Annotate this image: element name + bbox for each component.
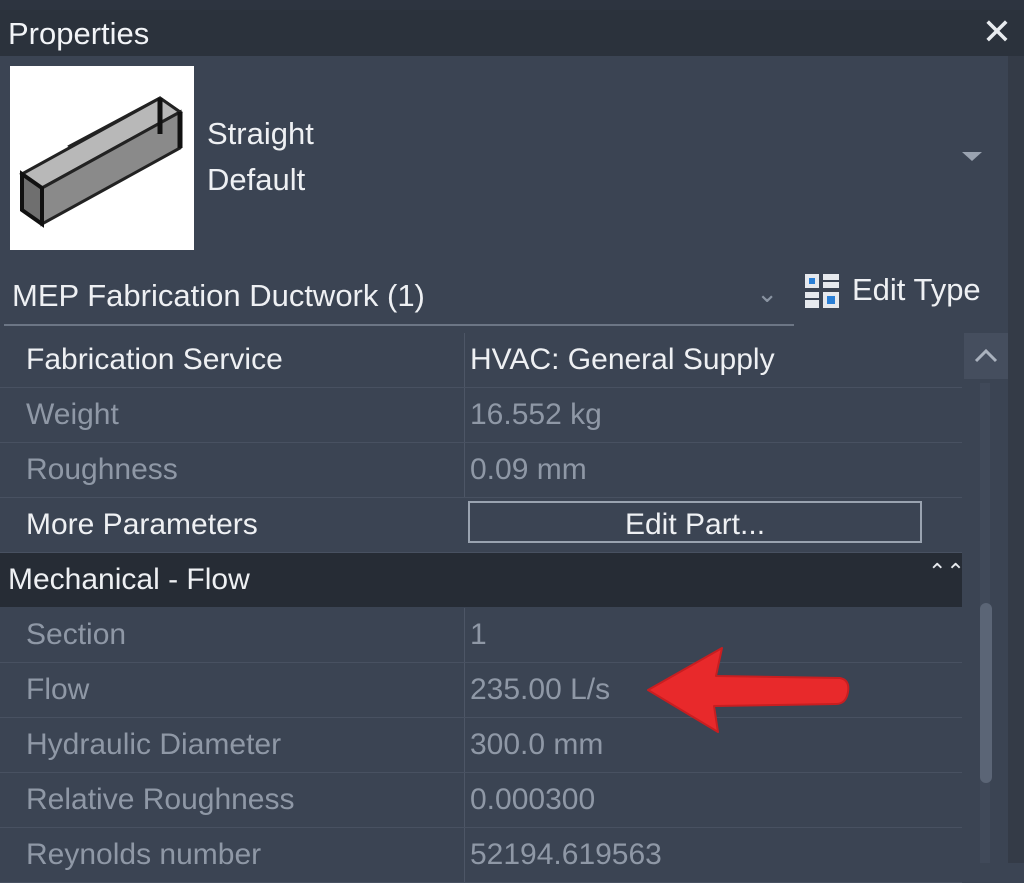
column-divider [464,828,465,882]
straight-duct-icon [10,66,194,250]
param-label: Fabrication Service [26,343,283,376]
filter-label: MEP Fabrication Ductwork (1) [12,278,425,313]
chevron-up-icon [974,348,998,363]
column-divider [464,443,465,497]
column-divider [464,333,465,387]
param-label: More Parameters [26,508,258,541]
top-strip [0,0,1024,10]
param-row-weight: Weight 16.552 kg [0,388,962,443]
param-value: 300.0 mm [470,728,604,761]
edit-type-icon [805,274,839,308]
group-title: Mechanical - Flow [8,563,250,596]
column-divider [464,718,465,772]
column-divider [464,663,465,717]
close-button[interactable]: ✕ [980,14,1014,50]
panel-title: Properties [8,16,150,51]
close-icon: ✕ [981,11,1013,52]
scroll-thumb[interactable] [980,603,992,783]
properties-titlebar: Properties ✕ [0,10,1024,56]
panel-edge [1008,56,1024,863]
param-label: Relative Roughness [26,783,295,816]
param-label: Section [26,618,127,651]
column-divider [464,608,465,662]
red-arrow-icon [647,647,850,733]
filter-row: MEP Fabrication Ductwork (1) ⌄ Edit Type [0,256,1024,328]
group-header-mechanical-flow[interactable]: Mechanical - Flow ⌃⌃ [0,553,965,607]
param-label: Roughness [26,453,178,486]
param-row-relative-roughness: Relative Roughness 0.000300 [0,773,962,828]
column-divider [464,388,465,442]
scroll-up-button[interactable] [964,333,1008,379]
chevron-down-icon: ⌄ [756,278,778,308]
type-selector[interactable]: Straight Default [0,56,1010,256]
type-subtype: Default [207,162,306,197]
properties-grid: Fabrication Service HVAC: General Supply… [0,333,965,883]
param-row-reynolds-number: Reynolds number 52194.619563 [0,828,962,883]
properties-scrollbar[interactable] [964,333,1008,863]
param-value: 52194.619563 [470,838,662,871]
edit-type-label: Edit Type [852,272,981,307]
edit-type-button[interactable]: Edit Type [803,266,999,318]
param-value: 0.09 mm [470,453,587,486]
double-chevron-up-icon[interactable]: ⌃⌃ [928,559,965,585]
param-value[interactable]: HVAC: General Supply [470,343,775,377]
param-value: 16.552 kg [470,398,602,431]
param-value: 0.000300 [470,783,596,816]
param-row-roughness: Roughness 0.09 mm [0,443,962,498]
param-label: Reynolds number [26,838,262,871]
type-name: Straight [207,116,314,151]
param-label: Weight [26,398,119,431]
param-value: 1 [470,618,487,651]
param-row-fabrication-service[interactable]: Fabrication Service HVAC: General Supply [0,333,962,388]
triangle-down-icon[interactable] [962,152,982,161]
edit-part-button[interactable]: Edit Part... [468,501,922,543]
param-row-more-parameters: More Parameters Edit Part... [0,498,962,553]
param-label: Flow [26,673,90,706]
param-value: 235.00 L/s [470,673,611,706]
element-filter-dropdown[interactable]: MEP Fabrication Ductwork (1) ⌄ [4,264,794,326]
param-label: Hydraulic Diameter [26,728,282,761]
column-divider [464,773,465,827]
